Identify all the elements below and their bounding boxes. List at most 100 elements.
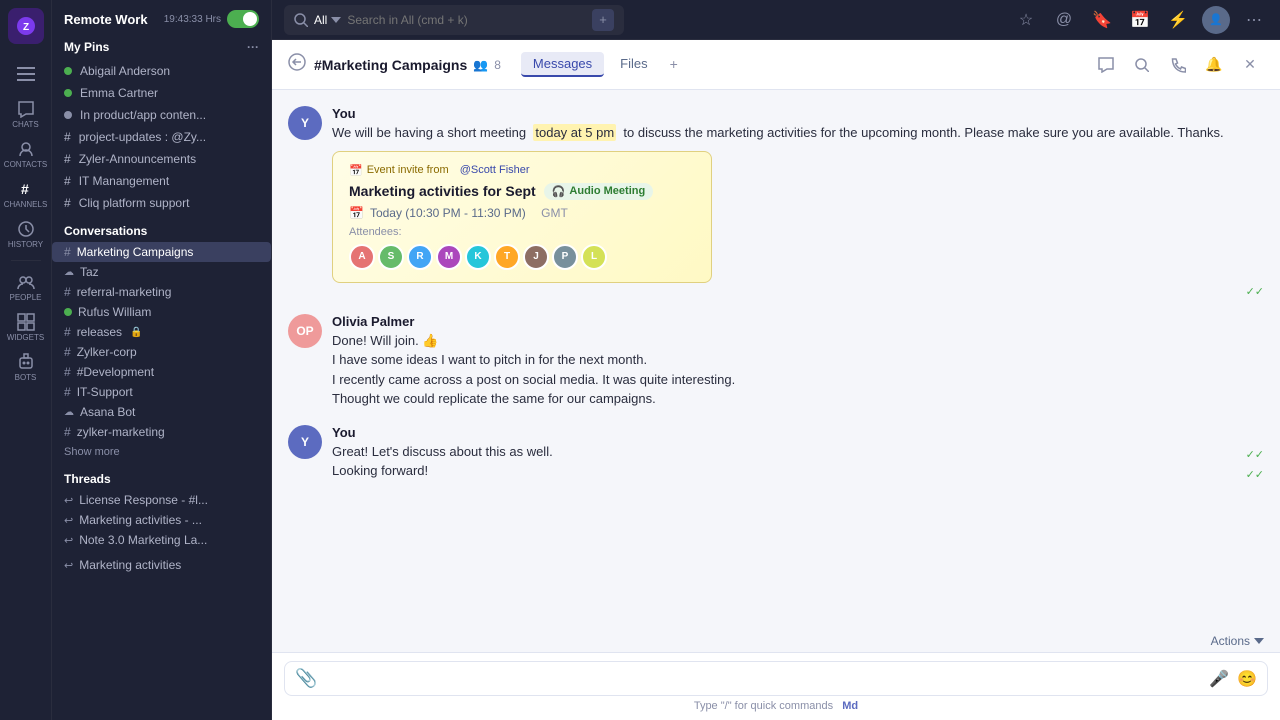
message-input-area: 📎 🎤 😊 Type "/" for quick commands Md — [272, 652, 1280, 720]
search-add-button[interactable]: + — [592, 9, 614, 31]
svg-text:Z: Z — [22, 22, 28, 33]
thread-marketing-name: Marketing activities - ... — [79, 513, 202, 527]
offline-dot-product — [64, 111, 72, 119]
mention-icon[interactable]: @ — [1050, 6, 1078, 34]
bookmark-icon[interactable]: 🔖 — [1088, 6, 1116, 34]
sidebar-item-development[interactable]: # #Development — [52, 362, 271, 382]
pin-emma[interactable]: Emma Cartner — [52, 82, 271, 104]
event-time: 📅 Today (10:30 PM - 11:30 PM) GMT — [349, 206, 695, 220]
search-action-icon[interactable] — [1128, 51, 1156, 79]
msg-text-olivia-1: Done! Will join. 👍 — [332, 331, 1264, 351]
sidebar-item-zylker-marketing[interactable]: # zylker-marketing — [52, 422, 271, 442]
thread-license-name: License Response - #l... — [79, 493, 208, 507]
people-nav-icon[interactable]: PEOPLE — [8, 269, 44, 305]
sidebar-item-it-support[interactable]: # IT-Support — [52, 382, 271, 402]
contacts-nav-icon[interactable]: CONTACTS — [8, 136, 44, 172]
status-toggle[interactable] — [227, 10, 259, 28]
sidebar-item-asana-bot[interactable]: ☁ Asana Bot — [52, 402, 271, 422]
thread-icon-2: ↩ — [64, 514, 73, 527]
my-pins-more[interactable]: ··· — [247, 40, 259, 54]
msg-text-1: We will be having a short meeting today … — [332, 123, 1264, 143]
input-toolbar: 📎 🎤 😊 — [284, 661, 1268, 696]
contacts-nav-label: CONTACTS — [4, 160, 47, 169]
search-icon — [294, 13, 308, 27]
msg-content-3: You Great! Let's discuss about this as w… — [332, 425, 1264, 481]
tab-files[interactable]: Files — [608, 52, 659, 77]
pin-cliq-support[interactable]: # Cliq platform support — [52, 192, 271, 214]
sidebar-item-taz[interactable]: ☁ Taz — [52, 262, 271, 282]
attach-icon[interactable]: 📎 — [295, 668, 317, 689]
grid-icon[interactable]: ⋯ — [1240, 6, 1268, 34]
sidebar-item-releases[interactable]: # releases 🔒 — [52, 322, 271, 342]
thread-license-response[interactable]: ↩ License Response - #l... — [52, 490, 271, 510]
attendee-6: T — [494, 244, 520, 270]
bots-nav-icon[interactable]: BOTS — [8, 349, 44, 385]
voice-icon[interactable]: 🎤 — [1209, 669, 1229, 689]
msg-tick-3a: ✓✓ — [1246, 448, 1264, 461]
thread-icon-4: ↩ — [64, 559, 73, 572]
sidebar-item-zylker-corp[interactable]: # Zylker-corp — [52, 342, 271, 362]
widgets-nav-icon[interactable]: WIDGETS — [8, 309, 44, 345]
attendee-1: A — [349, 244, 375, 270]
channels-nav-icon[interactable]: # CHANNELS — [8, 176, 44, 212]
attendee-4: M — [436, 244, 462, 270]
msg-header-1: You — [332, 106, 1264, 121]
marketing-activities-item[interactable]: ↩ Marketing activities — [52, 550, 271, 575]
pin-it-management[interactable]: # IT Manangement — [52, 170, 271, 192]
lightning-icon[interactable]: ⚡ — [1164, 6, 1192, 34]
emoji-icon[interactable]: 😊 — [1237, 669, 1257, 689]
attendee-5: K — [465, 244, 491, 270]
channel-header-actions: 🔔 ✕ — [1092, 51, 1264, 79]
history-nav-icon[interactable]: HISTORY — [8, 216, 44, 252]
actions-chevron-icon — [1254, 638, 1264, 644]
main-content: #Marketing Campaigns 👥 8 Messages Files … — [272, 40, 1280, 720]
back-icon[interactable] — [288, 53, 306, 76]
close-action-icon[interactable]: ✕ — [1236, 51, 1264, 79]
calendar-icon[interactable]: 📅 — [1126, 6, 1154, 34]
sidebar-item-referral-marketing[interactable]: # referral-marketing — [52, 282, 271, 302]
hash-icon-2: # — [64, 152, 71, 166]
tab-add-button[interactable]: + — [664, 52, 684, 77]
message-group-2: OP Olivia Palmer Done! Will join. 👍 I ha… — [288, 314, 1264, 409]
widgets-nav-label: WIDGETS — [7, 333, 44, 342]
pin-abigail[interactable]: Abigail Anderson — [52, 60, 271, 82]
chat-action-icon[interactable] — [1092, 51, 1120, 79]
menu-icon[interactable] — [8, 56, 44, 92]
channel-tabs: Messages Files + — [521, 52, 684, 77]
msg-author-you-1: You — [332, 106, 356, 121]
msg-author-you-2: You — [332, 425, 356, 440]
input-hint-text: Type "/" for quick commands — [694, 700, 833, 712]
user-avatar[interactable]: 👤 — [1202, 6, 1230, 34]
message-input[interactable] — [325, 671, 1201, 686]
hash-icon-1: # — [64, 130, 71, 144]
sidebar-item-rufus[interactable]: Rufus William — [52, 302, 271, 322]
show-more-button[interactable]: Show more — [52, 442, 271, 462]
bell-action-icon[interactable]: 🔔 — [1200, 51, 1228, 79]
pin-project-updates[interactable]: # project-updates : @Zy... — [52, 126, 271, 148]
channel-referral-name: referral-marketing — [77, 285, 172, 299]
sidebar-item-marketing-campaigns[interactable]: # Marketing Campaigns — [52, 242, 271, 262]
channel-rufus-name: Rufus William — [78, 305, 151, 319]
search-input[interactable] — [347, 13, 586, 27]
star-icon[interactable]: ☆ — [1012, 6, 1040, 34]
pin-product-name: In product/app conten... — [80, 108, 206, 122]
thread-marketing-activities[interactable]: ↩ Marketing activities - ... — [52, 510, 271, 530]
hash-icon-10: # — [64, 385, 71, 399]
thread-icon-1: ↩ — [64, 494, 73, 507]
hash-icon-11: # — [64, 425, 71, 439]
pin-product[interactable]: In product/app conten... — [52, 104, 271, 126]
actions-button[interactable]: Actions — [1211, 634, 1264, 648]
workspace-name: Remote Work — [64, 12, 148, 27]
tab-messages[interactable]: Messages — [521, 52, 604, 77]
phone-action-icon[interactable] — [1164, 51, 1192, 79]
event-from: 📅 Event invite from @Scott Fisher — [349, 164, 695, 177]
pin-zyler-announcements[interactable]: # Zyler-Announcements — [52, 148, 271, 170]
chats-nav-icon[interactable]: CHATS — [8, 96, 44, 132]
search-area: All + — [284, 5, 624, 35]
hash-icon-9: # — [64, 365, 71, 379]
msg-text-olivia-2: I have some ideas I want to pitch in for… — [332, 350, 1264, 370]
avatar-you-1: Y — [288, 106, 322, 140]
thread-note30[interactable]: ↩ Note 3.0 Marketing La... — [52, 530, 271, 550]
search-scope[interactable]: All — [314, 13, 341, 27]
attendee-7: J — [523, 244, 549, 270]
